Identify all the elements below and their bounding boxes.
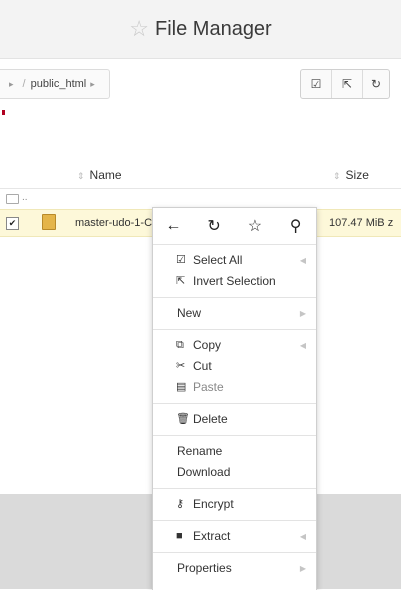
menu-item-paste[interactable]: ▤ Paste — [153, 377, 316, 398]
menu-item-invert-selection[interactable]: ⇱ Invert Selection — [153, 271, 316, 292]
app-title: File Manager — [155, 17, 272, 40]
submenu-arrow-icon: ▶ — [299, 564, 306, 573]
menu-item-rename[interactable]: Rename — [153, 441, 316, 462]
submenu-arrow-icon: ◀ — [299, 532, 306, 541]
menu-item-delete[interactable]: 🗑 Delete — [153, 409, 316, 430]
select-all-button[interactable]: ☑ — [301, 70, 332, 98]
file-name[interactable]: master-udo-1-C — [75, 217, 152, 229]
back-arrow-icon[interactable]: ← — [153, 217, 194, 235]
share-button[interactable]: ⇱ — [332, 70, 363, 98]
invert-selection-icon: ⇱ — [176, 275, 186, 287]
menu-group-properties: Properties ▶ — [153, 553, 316, 584]
column-size[interactable]: ⇕ Size — [333, 168, 369, 182]
column-name[interactable]: ⇕ Name — [77, 168, 122, 182]
menu-group-new: New ▶ — [153, 298, 316, 330]
menu-item-extract[interactable]: ■ Extract ◀ — [153, 526, 316, 547]
row-checkbox[interactable]: ✔ — [6, 217, 19, 230]
app-header: ☆ File Manager — [0, 0, 401, 59]
toolbar: ☑ ⇱ ↻ — [300, 69, 390, 99]
menu-group-clipboard: ⧉ Copy ◀ ✂ Cut ▤ Paste — [153, 330, 316, 404]
menu-group-file: Rename Download — [153, 436, 316, 489]
menu-item-copy[interactable]: ⧉ Copy ◀ — [153, 335, 316, 356]
star-outline-icon[interactable]: ☆ — [235, 216, 276, 236]
sort-icon: ⇕ — [77, 171, 85, 181]
parent-folder-row[interactable]: .. — [0, 192, 401, 208]
menu-item-cut[interactable]: ✂ Cut — [153, 356, 316, 377]
refresh-button[interactable]: ↻ — [363, 70, 389, 98]
copy-icon: ⧉ — [176, 339, 184, 351]
table-header: ⇕ Name ⇕ Size — [0, 160, 401, 189]
breadcrumb: ▸ / public_html ▸ — [0, 69, 110, 99]
star-outline-icon[interactable]: ☆ — [129, 18, 149, 40]
sort-icon: ⇕ — [333, 171, 341, 181]
select-all-icon: ☑ — [310, 77, 322, 91]
context-menu: ← ↻ ☆ ⚲ ☑ Select All ◀ ⇱ Invert Selectio… — [152, 207, 317, 590]
zip-file-icon — [42, 214, 56, 230]
menu-group-selection: ☑ Select All ◀ ⇱ Invert Selection — [153, 245, 316, 298]
breadcrumb-chevron-icon[interactable]: ▸ — [90, 79, 95, 90]
breadcrumb-separator: / — [22, 78, 26, 90]
scissors-icon: ✂ — [176, 360, 186, 372]
submenu-arrow-icon: ▶ — [299, 309, 306, 318]
indicator-mark — [2, 110, 5, 115]
select-all-icon: ☑ — [176, 254, 186, 266]
menu-item-encrypt[interactable]: ⚷ Encrypt — [153, 494, 316, 515]
search-icon[interactable]: ⚲ — [275, 216, 316, 236]
extract-icon: ■ — [176, 530, 183, 542]
refresh-icon[interactable]: ↻ — [194, 216, 235, 236]
context-menu-iconbar: ← ↻ ☆ ⚲ — [153, 208, 316, 245]
menu-item-select-all[interactable]: ☑ Select All ◀ — [153, 250, 316, 271]
file-size: 107.47 MiB z — [329, 217, 394, 229]
breadcrumb-arrow-icon: ▸ — [9, 78, 14, 89]
menu-group-extract: ■ Extract ◀ — [153, 521, 316, 553]
folder-icon — [6, 194, 19, 204]
share-icon: ⇱ — [341, 77, 353, 91]
key-icon: ⚷ — [176, 498, 185, 510]
submenu-arrow-icon: ◀ — [299, 341, 306, 350]
menu-group-encrypt: ⚷ Encrypt — [153, 489, 316, 521]
menu-item-download[interactable]: Download — [153, 462, 316, 483]
refresh-icon: ↻ — [370, 77, 382, 91]
menu-group-delete: 🗑 Delete — [153, 404, 316, 436]
breadcrumb-item-public-html[interactable]: public_html — [31, 78, 87, 90]
submenu-arrow-icon: ◀ — [299, 256, 306, 265]
parent-folder-label: .. — [22, 192, 28, 203]
paste-icon: ▤ — [176, 381, 187, 393]
menu-item-new[interactable]: New ▶ — [153, 303, 316, 324]
trash-icon: 🗑 — [176, 413, 190, 425]
menu-item-properties[interactable]: Properties ▶ — [153, 558, 316, 579]
